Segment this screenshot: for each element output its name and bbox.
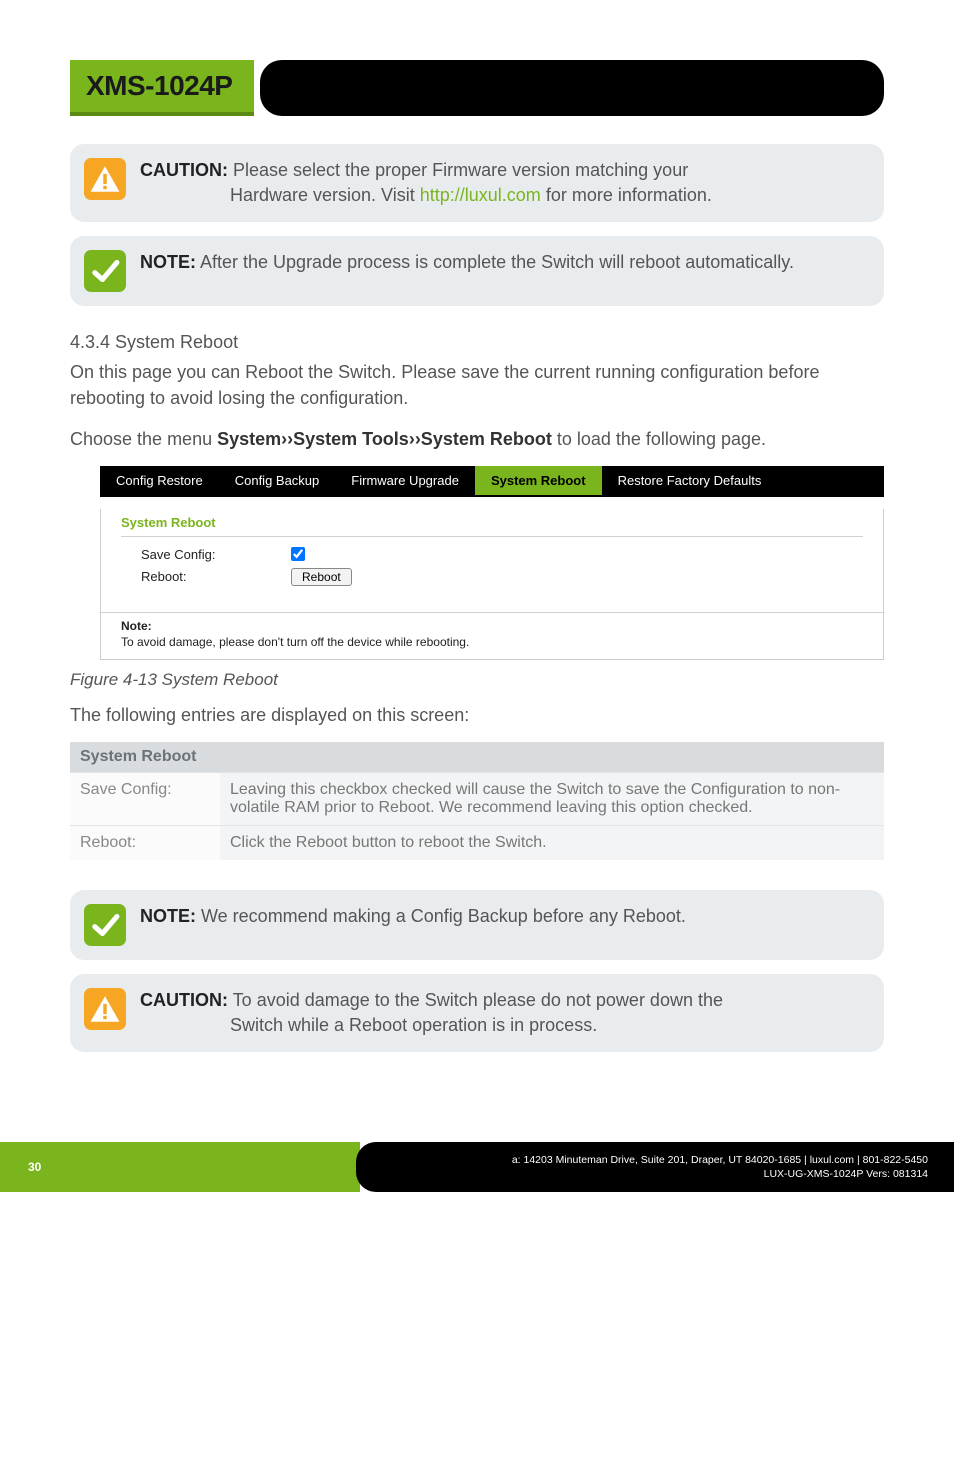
figure-note-label: Note: [121, 619, 863, 633]
caution-link[interactable]: http://luxul.com [420, 185, 541, 205]
callout-note-backup: NOTE: We recommend making a Config Backu… [70, 890, 884, 960]
page-footer: 30 a: 14203 Minuteman Drive, Suite 201, … [0, 1142, 954, 1192]
figure-note-text: To avoid damage, please don't turn off t… [121, 635, 469, 649]
figure-panel-heading: System Reboot [121, 509, 863, 537]
para2-post: to load the following page. [552, 429, 766, 449]
table-row: Reboot: Click the Reboot button to reboo… [70, 825, 884, 860]
label-save-config: Save Config: [141, 547, 231, 562]
caution-text-line1: Please select the proper Firmware versio… [228, 160, 688, 180]
section-heading: 4.3.4 System Reboot [70, 332, 884, 353]
callout-caution-firmware: CAUTION: Please select the proper Firmwa… [70, 144, 884, 222]
figure-system-reboot-ui: Config Restore Config Backup Firmware Up… [100, 466, 884, 660]
table-cell-key: Reboot: [70, 825, 220, 860]
section-paragraph-1: On this page you can Reboot the Switch. … [70, 359, 884, 411]
note-text: After the Upgrade process is complete th… [196, 252, 794, 272]
figure-tabs: Config Restore Config Backup Firmware Up… [100, 466, 884, 497]
para2-pre: Choose the menu [70, 429, 217, 449]
caution-text-line2-suffix: for more information. [541, 185, 712, 205]
note-label: NOTE: [140, 906, 196, 926]
caution-text-line1: To avoid damage to the Switch please do … [228, 990, 723, 1010]
note-label: NOTE: [140, 252, 196, 272]
footer-version: LUX-UG-XMS-1024P Vers: 081314 [764, 1167, 928, 1181]
caution-label: CAUTION: [140, 990, 228, 1010]
tab-config-backup[interactable]: Config Backup [219, 466, 336, 495]
tab-system-reboot[interactable]: System Reboot [475, 466, 602, 495]
footer-address: a: 14203 Minuteman Drive, Suite 201, Dra… [512, 1153, 928, 1167]
table-intro-text: The following entries are displayed on t… [70, 702, 884, 728]
para2-menu-path: System››System Tools››System Reboot [217, 429, 552, 449]
tab-config-restore[interactable]: Config Restore [100, 466, 219, 495]
warning-icon [84, 988, 126, 1030]
section-paragraph-2: Choose the menu System››System Tools››Sy… [70, 426, 884, 452]
page-header: XMS-1024P [70, 60, 884, 116]
header-bar [260, 60, 884, 116]
table-cell-key: Save Config: [70, 772, 220, 825]
check-icon [84, 904, 126, 946]
tab-restore-factory-defaults[interactable]: Restore Factory Defaults [602, 466, 778, 495]
warning-icon [84, 158, 126, 200]
caution-text-line2-prefix: Hardware version. Visit [230, 185, 420, 205]
figure-caption: Figure 4-13 System Reboot [70, 670, 884, 690]
callout-body: CAUTION: Please select the proper Firmwa… [140, 158, 862, 208]
callout-caution-powerdown: CAUTION: To avoid damage to the Switch p… [70, 974, 884, 1052]
tab-firmware-upgrade[interactable]: Firmware Upgrade [335, 466, 475, 495]
table-header: System Reboot [70, 742, 884, 773]
figure-note: Note: To avoid damage, please don't turn… [101, 613, 883, 659]
table-row: Save Config: Leaving this checkbox check… [70, 772, 884, 825]
checkbox-save-config[interactable] [291, 547, 305, 561]
reboot-button[interactable]: Reboot [291, 568, 352, 586]
callout-body: NOTE: After the Upgrade process is compl… [140, 250, 862, 275]
product-title: XMS-1024P [70, 60, 254, 116]
caution-label: CAUTION: [140, 160, 228, 180]
description-table: System Reboot Save Config: Leaving this … [70, 742, 884, 860]
label-reboot: Reboot: [141, 569, 231, 584]
page-number: 30 [0, 1142, 360, 1192]
caution-text-line2: Switch while a Reboot operation is in pr… [140, 1013, 862, 1038]
table-cell-value: Leaving this checkbox checked will cause… [220, 772, 884, 825]
figure-panel: System Reboot Save Config: Reboot: Reboo… [100, 509, 884, 660]
table-cell-value: Click the Reboot button to reboot the Sw… [220, 825, 884, 860]
callout-body: CAUTION: To avoid damage to the Switch p… [140, 988, 862, 1038]
check-icon [84, 250, 126, 292]
callout-note-upgrade: NOTE: After the Upgrade process is compl… [70, 236, 884, 306]
footer-info: a: 14203 Minuteman Drive, Suite 201, Dra… [356, 1142, 954, 1192]
figure-form: Save Config: Reboot: Reboot [121, 537, 863, 606]
callout-body: NOTE: We recommend making a Config Backu… [140, 904, 862, 929]
note-text: We recommend making a Config Backup befo… [196, 906, 686, 926]
